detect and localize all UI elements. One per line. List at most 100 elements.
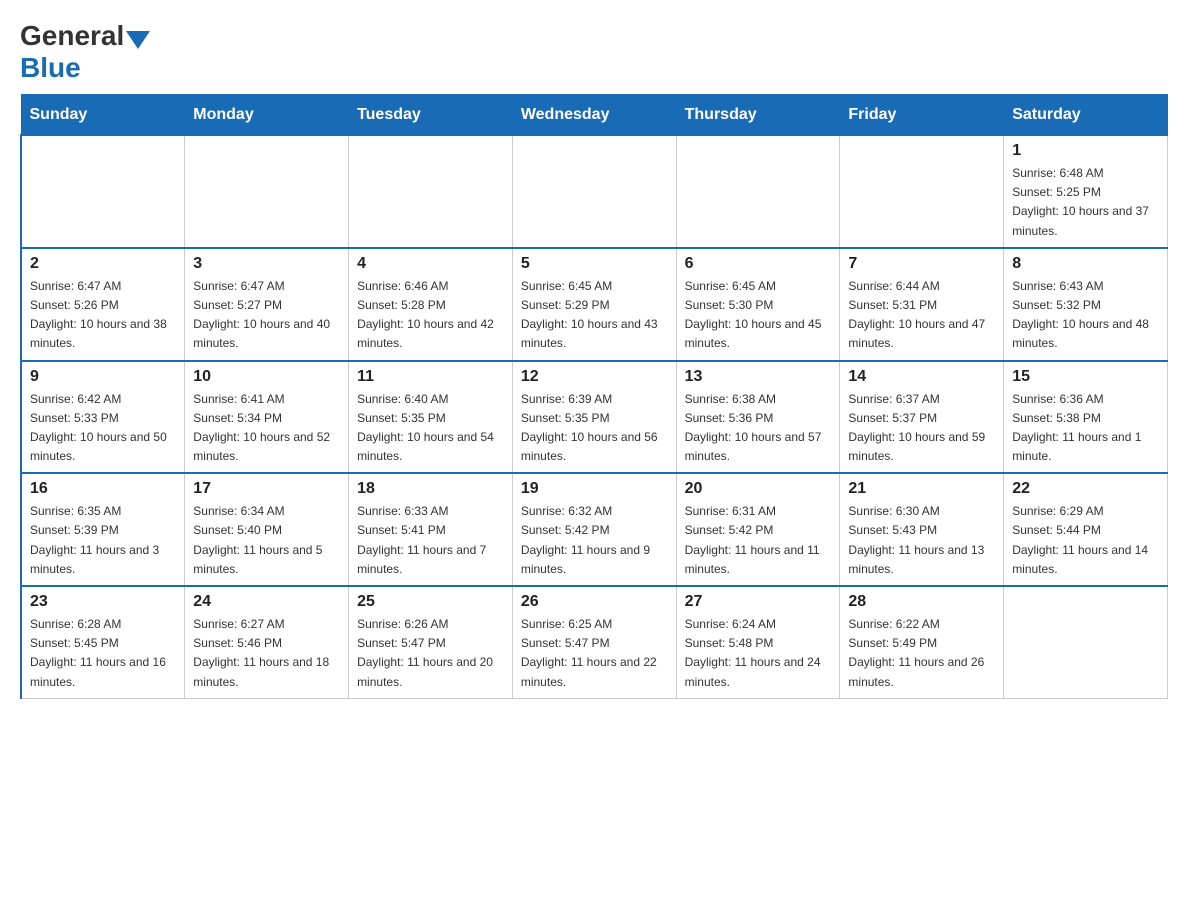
calendar-cell: 11 Sunrise: 6:40 AM Sunset: 5:35 PM Dayli… — [349, 361, 513, 474]
calendar-cell: 17 Sunrise: 6:34 AM Sunset: 5:40 PM Dayli… — [185, 473, 349, 586]
calendar-cell: 2 Sunrise: 6:47 AM Sunset: 5:26 PM Daylig… — [21, 248, 185, 361]
day-info: Sunrise: 6:24 AM Sunset: 5:48 PM Dayligh… — [685, 615, 832, 692]
calendar-week-1: 1Sunrise: 6:48 AM Sunset: 5:25 PM Daylig… — [21, 135, 1168, 248]
day-number: 16 — [30, 480, 176, 498]
calendar-cell: 9 Sunrise: 6:42 AM Sunset: 5:33 PM Daylig… — [21, 361, 185, 474]
calendar-cell — [349, 135, 513, 248]
day-number: 18 — [357, 480, 504, 498]
weekday-header-monday: Monday — [185, 95, 349, 135]
day-number: 11 — [357, 368, 504, 386]
calendar-cell: 13 Sunrise: 6:38 AM Sunset: 5:36 PM Dayli… — [676, 361, 840, 474]
day-number: 2 — [30, 255, 176, 273]
day-info: Sunrise: 6:45 AM Sunset: 5:29 PM Dayligh… — [521, 277, 668, 354]
day-info: Sunrise: 6:42 AM Sunset: 5:33 PM Dayligh… — [30, 390, 176, 467]
day-number: 17 — [193, 480, 340, 498]
day-number: 20 — [685, 480, 832, 498]
calendar-cell: 4Sunrise: 6:46 AM Sunset: 5:28 PM Daylig… — [349, 248, 513, 361]
weekday-header-wednesday: Wednesday — [512, 95, 676, 135]
day-number: 23 — [30, 593, 176, 611]
weekday-header-tuesday: Tuesday — [349, 95, 513, 135]
weekday-header-sunday: Sunday — [21, 95, 185, 135]
day-info: Sunrise: 6:39 AM Sunset: 5:35 PM Dayligh… — [521, 390, 668, 467]
day-info: Sunrise: 6:28 AM Sunset: 5:45 PM Dayligh… — [30, 615, 176, 692]
day-number: 5 — [521, 255, 668, 273]
calendar-cell: 7Sunrise: 6:44 AM Sunset: 5:31 PM Daylig… — [840, 248, 1004, 361]
day-info: Sunrise: 6:38 AM Sunset: 5:36 PM Dayligh… — [685, 390, 832, 467]
calendar-week-2: 2 Sunrise: 6:47 AM Sunset: 5:26 PM Daylig… — [21, 248, 1168, 361]
page-header: General Blue — [20, 20, 1168, 84]
day-info: Sunrise: 6:27 AM Sunset: 5:46 PM Dayligh… — [193, 615, 340, 692]
calendar-cell — [185, 135, 349, 248]
day-info: Sunrise: 6:32 AM Sunset: 5:42 PM Dayligh… — [521, 502, 668, 579]
day-number: 9 — [30, 368, 176, 386]
calendar-cell — [676, 135, 840, 248]
logo-blue-text: Blue — [20, 52, 81, 84]
calendar-week-4: 16 Sunrise: 6:35 AM Sunset: 5:39 PM Dayli… — [21, 473, 1168, 586]
day-number: 14 — [848, 368, 995, 386]
calendar-cell: 25 Sunrise: 6:26 AM Sunset: 5:47 PM Dayli… — [349, 586, 513, 698]
day-info: Sunrise: 6:35 AM Sunset: 5:39 PM Dayligh… — [30, 502, 176, 579]
day-number: 21 — [848, 480, 995, 498]
calendar-cell: 6 Sunrise: 6:45 AM Sunset: 5:30 PM Daylig… — [676, 248, 840, 361]
day-number: 3 — [193, 255, 340, 273]
calendar-cell: 19 Sunrise: 6:32 AM Sunset: 5:42 PM Dayli… — [512, 473, 676, 586]
day-number: 27 — [685, 593, 832, 611]
calendar-cell: 27 Sunrise: 6:24 AM Sunset: 5:48 PM Dayli… — [676, 586, 840, 698]
day-number: 28 — [848, 593, 995, 611]
calendar-cell: 3 Sunrise: 6:47 AM Sunset: 5:27 PM Daylig… — [185, 248, 349, 361]
day-number: 8 — [1012, 255, 1159, 273]
day-info: Sunrise: 6:33 AM Sunset: 5:41 PM Dayligh… — [357, 502, 504, 579]
weekday-header-thursday: Thursday — [676, 95, 840, 135]
day-number: 24 — [193, 593, 340, 611]
calendar-week-3: 9 Sunrise: 6:42 AM Sunset: 5:33 PM Daylig… — [21, 361, 1168, 474]
calendar-cell: 20 Sunrise: 6:31 AM Sunset: 5:42 PM Dayli… — [676, 473, 840, 586]
day-number: 6 — [685, 255, 832, 273]
day-info: Sunrise: 6:43 AM Sunset: 5:32 PM Dayligh… — [1012, 277, 1159, 354]
calendar-cell: 12 Sunrise: 6:39 AM Sunset: 5:35 PM Dayli… — [512, 361, 676, 474]
day-info: Sunrise: 6:37 AM Sunset: 5:37 PM Dayligh… — [848, 390, 995, 467]
calendar-cell — [840, 135, 1004, 248]
day-info: Sunrise: 6:45 AM Sunset: 5:30 PM Dayligh… — [685, 277, 832, 354]
calendar-table: SundayMondayTuesdayWednesdayThursdayFrid… — [20, 94, 1168, 699]
weekday-header-row: SundayMondayTuesdayWednesdayThursdayFrid… — [21, 95, 1168, 135]
day-number: 10 — [193, 368, 340, 386]
day-info: Sunrise: 6:31 AM Sunset: 5:42 PM Dayligh… — [685, 502, 832, 579]
day-info: Sunrise: 6:29 AM Sunset: 5:44 PM Dayligh… — [1012, 502, 1159, 579]
day-number: 12 — [521, 368, 668, 386]
day-info: Sunrise: 6:48 AM Sunset: 5:25 PM Dayligh… — [1012, 164, 1159, 241]
day-info: Sunrise: 6:41 AM Sunset: 5:34 PM Dayligh… — [193, 390, 340, 467]
calendar-cell: 1Sunrise: 6:48 AM Sunset: 5:25 PM Daylig… — [1004, 135, 1168, 248]
calendar-cell: 21 Sunrise: 6:30 AM Sunset: 5:43 PM Dayli… — [840, 473, 1004, 586]
logo: General Blue — [20, 20, 152, 84]
day-info: Sunrise: 6:34 AM Sunset: 5:40 PM Dayligh… — [193, 502, 340, 579]
day-info: Sunrise: 6:47 AM Sunset: 5:27 PM Dayligh… — [193, 277, 340, 354]
day-number: 25 — [357, 593, 504, 611]
calendar-cell: 23 Sunrise: 6:28 AM Sunset: 5:45 PM Dayli… — [21, 586, 185, 698]
logo-triangle-icon — [126, 31, 150, 49]
day-info: Sunrise: 6:40 AM Sunset: 5:35 PM Dayligh… — [357, 390, 504, 467]
day-info: Sunrise: 6:47 AM Sunset: 5:26 PM Dayligh… — [30, 277, 176, 354]
logo-general-text: General — [20, 20, 124, 52]
calendar-cell: 8 Sunrise: 6:43 AM Sunset: 5:32 PM Daylig… — [1004, 248, 1168, 361]
day-number: 15 — [1012, 368, 1159, 386]
calendar-cell: 28 Sunrise: 6:22 AM Sunset: 5:49 PM Dayli… — [840, 586, 1004, 698]
day-info: Sunrise: 6:22 AM Sunset: 5:49 PM Dayligh… — [848, 615, 995, 692]
calendar-cell: 5 Sunrise: 6:45 AM Sunset: 5:29 PM Daylig… — [512, 248, 676, 361]
weekday-header-friday: Friday — [840, 95, 1004, 135]
calendar-cell: 18 Sunrise: 6:33 AM Sunset: 5:41 PM Dayli… — [349, 473, 513, 586]
calendar-cell: 26Sunrise: 6:25 AM Sunset: 5:47 PM Dayli… — [512, 586, 676, 698]
calendar-cell — [21, 135, 185, 248]
day-number: 26 — [521, 593, 668, 611]
day-info: Sunrise: 6:30 AM Sunset: 5:43 PM Dayligh… — [848, 502, 995, 579]
calendar-cell — [512, 135, 676, 248]
weekday-header-saturday: Saturday — [1004, 95, 1168, 135]
day-number: 7 — [848, 255, 995, 273]
day-info: Sunrise: 6:46 AM Sunset: 5:28 PM Dayligh… — [357, 277, 504, 354]
calendar-cell: 22 Sunrise: 6:29 AM Sunset: 5:44 PM Dayli… — [1004, 473, 1168, 586]
day-number: 19 — [521, 480, 668, 498]
day-number: 22 — [1012, 480, 1159, 498]
day-info: Sunrise: 6:26 AM Sunset: 5:47 PM Dayligh… — [357, 615, 504, 692]
day-info: Sunrise: 6:36 AM Sunset: 5:38 PM Dayligh… — [1012, 390, 1159, 467]
day-number: 13 — [685, 368, 832, 386]
calendar-cell: 10 Sunrise: 6:41 AM Sunset: 5:34 PM Dayli… — [185, 361, 349, 474]
